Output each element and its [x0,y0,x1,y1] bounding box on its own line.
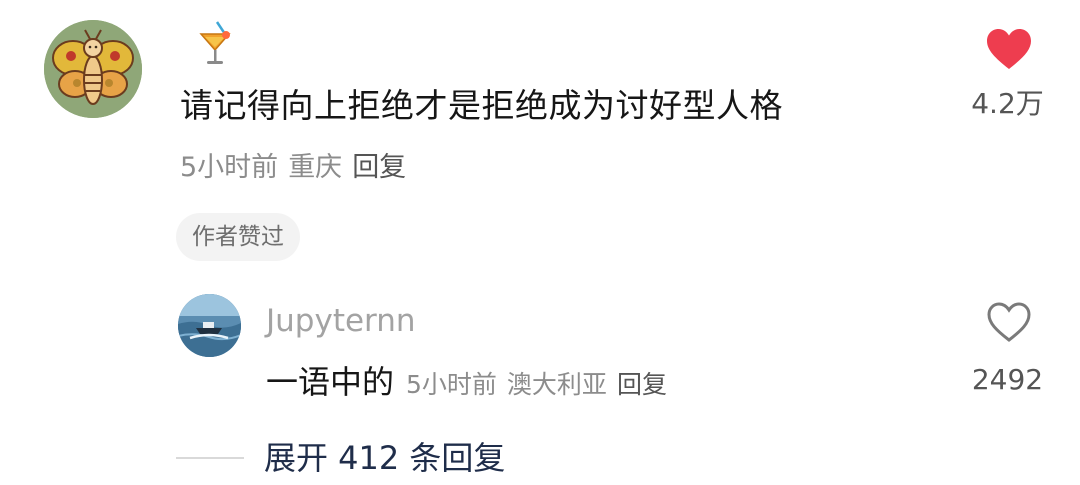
reply-reply-button[interactable]: 回复 [617,370,667,399]
heart-outline-icon[interactable] [985,300,1033,344]
comment-like-count: 4.2万 [971,87,1044,120]
author-liked-badge: 作者赞过 [176,213,300,261]
boat-avatar-image [178,294,241,357]
reply-button[interactable]: 回复 [352,152,406,183]
expand-replies-button[interactable]: 展开 412 条回复 [264,435,505,481]
tropical-drink-emoji [195,20,235,68]
reply-location: 澳大利亚 [506,370,607,399]
comment-time: 5小时前 [180,152,279,183]
reply-like-count: 2492 [971,363,1044,396]
reply-username[interactable]: Jupyternn [266,300,416,342]
reply-text: 一语中的 [266,363,395,401]
butterfly-avatar-image [44,20,142,118]
heart-filled-icon[interactable] [985,27,1033,71]
comment-meta: 5小时前 重庆 回复 [180,148,416,188]
reply-time: 5小时前 [406,370,497,399]
divider [176,457,244,459]
comment-location: 重庆 [288,152,343,183]
reply-content-row: 一语中的 5小时前 澳大利亚 回复 [266,360,677,410]
reply-avatar[interactable] [178,294,241,357]
comment-text: 请记得向上拒绝才是拒绝成为讨好型人格 [180,86,783,125]
avatar[interactable] [44,20,142,118]
